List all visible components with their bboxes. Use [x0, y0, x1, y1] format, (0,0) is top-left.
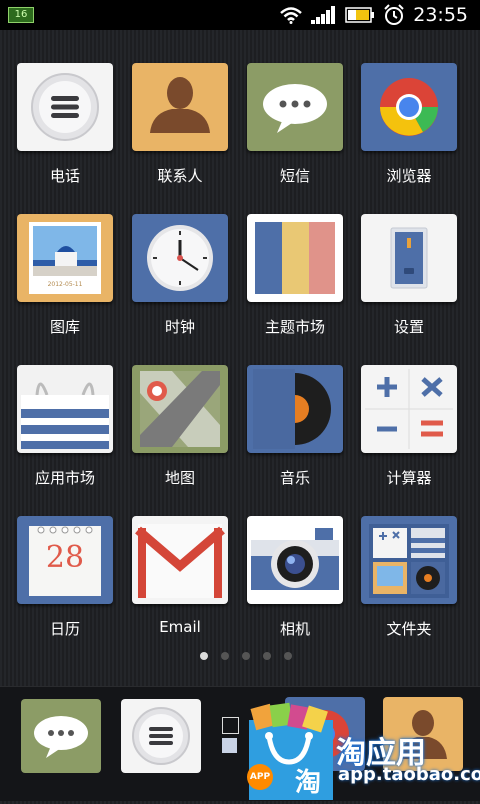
app-theme-store[interactable]: 主题市场: [245, 214, 345, 337]
app-store-icon: [17, 365, 113, 453]
app-label: 图库: [49, 318, 80, 336]
calendar-day: 28: [45, 540, 85, 575]
page-dot[interactable]: [242, 652, 250, 660]
battery-icon: [345, 7, 375, 23]
app-camera[interactable]: 相机: [245, 516, 345, 639]
app-contacts[interactable]: 联系人: [130, 63, 230, 186]
clock-time: 23:55: [413, 4, 468, 26]
app-calendar[interactable]: 28 日历: [15, 516, 115, 639]
gallery-date: 2012-05-11: [47, 281, 83, 288]
gallery-icon: 2012-05-11: [17, 214, 113, 302]
page-dot[interactable]: [263, 652, 271, 660]
app-label: 时钟: [164, 318, 195, 336]
email-icon: [132, 516, 228, 604]
settings-icon: [361, 214, 457, 302]
app-sms[interactable]: 短信: [245, 63, 345, 186]
app-label: 日历: [49, 620, 80, 638]
app-label: 相机: [279, 620, 310, 638]
app-label: 文件夹: [386, 620, 432, 638]
app-label: 短信: [279, 167, 310, 185]
app-label: 地图: [164, 469, 195, 487]
watermark-url: app.taobao.com: [338, 764, 480, 785]
music-icon: [247, 365, 343, 453]
folder-icon: [361, 516, 457, 604]
page-indicator[interactable]: [200, 652, 292, 660]
dock-phone-icon[interactable]: [121, 699, 201, 773]
taobao-bag-logo: APP 淘: [243, 702, 337, 800]
app-browser[interactable]: 浏览器: [359, 63, 459, 186]
app-label: 电话: [49, 167, 80, 185]
dock-folder-icon[interactable]: [222, 717, 242, 757]
app-label: 音乐: [279, 469, 310, 487]
calendar-icon: 28: [17, 516, 113, 604]
phone-icon: [17, 63, 113, 151]
app-label: 设置: [393, 318, 424, 336]
map-icon: [132, 365, 228, 453]
clock-icon: [132, 214, 228, 302]
app-label: 应用市场: [34, 469, 95, 487]
app-phone[interactable]: 电话: [15, 63, 115, 186]
page-dot[interactable]: [200, 652, 208, 660]
app-clock[interactable]: 时钟: [130, 214, 230, 337]
page-dot[interactable]: [284, 652, 292, 660]
app-label: 计算器: [386, 469, 432, 487]
sms-icon: [247, 63, 343, 151]
app-label: Email: [159, 618, 201, 636]
app-label: 主题市场: [264, 318, 325, 336]
camera-icon: [247, 516, 343, 604]
app-map[interactable]: 地图: [130, 365, 230, 488]
taobao-bag-glyph: 淘: [295, 768, 322, 798]
page-dot[interactable]: [221, 652, 229, 660]
app-email[interactable]: Email: [130, 516, 230, 636]
browser-icon: [361, 63, 457, 151]
app-folder[interactable]: 文件夹: [359, 516, 459, 639]
taobao-badge: APP: [247, 764, 273, 790]
app-label: 联系人: [157, 167, 203, 185]
app-music[interactable]: 音乐: [245, 365, 345, 488]
theme-store-icon: [247, 214, 343, 302]
app-gallery[interactable]: 2012-05-11 图库: [15, 214, 115, 337]
app-notification-icon: 16: [8, 7, 34, 23]
alarm-icon: [384, 4, 404, 25]
app-settings[interactable]: 设置: [359, 214, 459, 337]
wifi-icon: [280, 7, 303, 24]
app-app-store[interactable]: 应用市场: [15, 365, 115, 488]
status-bar: 16 23:55: [0, 0, 480, 30]
signal-icon: [311, 6, 336, 24]
contacts-icon: [132, 63, 228, 151]
dock-sms-icon[interactable]: [21, 699, 101, 773]
app-calculator[interactable]: 计算器: [359, 365, 459, 488]
calculator-icon: [361, 365, 457, 453]
app-label: 浏览器: [386, 167, 432, 185]
